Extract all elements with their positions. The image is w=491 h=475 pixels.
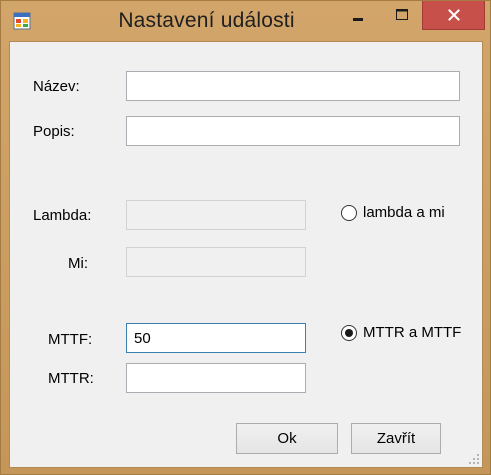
maximize-icon <box>396 9 408 20</box>
maximize-button[interactable] <box>381 1 422 31</box>
mi-label: Mi: <box>68 255 88 272</box>
radio-mttr-mttf[interactable]: MTTR a MTTF <box>341 324 479 344</box>
mttf-label: MTTF: <box>48 331 93 348</box>
lambda-label: Lambda: <box>33 207 92 224</box>
radio-selected-dot <box>345 329 353 337</box>
dialog-window: Nastavení události Název: Popis: Lambda: <box>0 0 491 475</box>
name-label: Název: <box>33 78 80 95</box>
resize-grip-icon[interactable] <box>468 453 480 465</box>
close-button[interactable]: Zavřít <box>351 423 441 454</box>
radio-lambda-mi[interactable]: lambda a mi <box>341 204 461 224</box>
radio-mttr-mttf-label: MTTR a MTTF <box>363 324 462 341</box>
title-bar[interactable]: Nastavení události <box>1 1 490 41</box>
close-icon <box>448 9 460 21</box>
lambda-input[interactable] <box>126 200 306 230</box>
mi-input[interactable] <box>126 247 306 277</box>
description-label: Popis: <box>33 123 75 140</box>
mttr-input[interactable] <box>126 363 306 393</box>
radio-lambda-mi-label: lambda a mi <box>363 204 445 221</box>
mttf-input[interactable] <box>126 323 306 353</box>
name-input[interactable] <box>126 71 460 101</box>
radio-lambda-mi-circle[interactable] <box>341 205 357 221</box>
radio-mttr-mttf-circle[interactable] <box>341 325 357 341</box>
mttr-label: MTTR: <box>48 370 94 387</box>
dialog-client-area: Název: Popis: Lambda: Mi: lambda a mi MT… <box>9 41 483 468</box>
minimize-button[interactable] <box>335 1 381 31</box>
description-input[interactable] <box>126 116 460 146</box>
close-window-button[interactable] <box>422 1 485 30</box>
minimize-icon <box>353 18 363 21</box>
ok-button[interactable]: Ok <box>236 423 338 454</box>
